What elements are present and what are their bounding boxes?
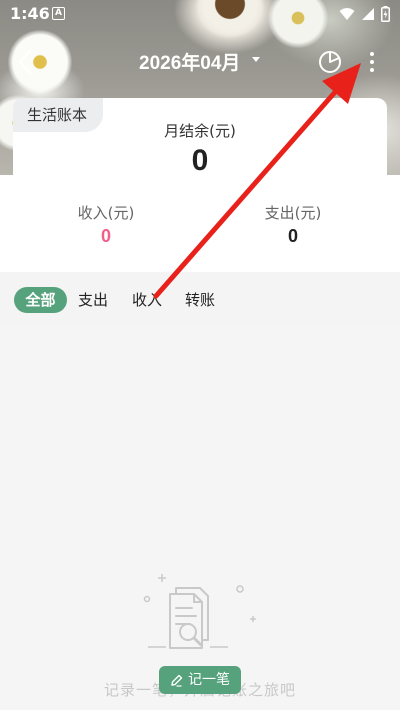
tab-expense[interactable]: 支出 (74, 287, 112, 313)
filter-tabs: 全部 支出 收入 转账 (0, 272, 400, 326)
tab-income[interactable]: 收入 (128, 287, 166, 313)
month-selector[interactable]: 2026年04月 (139, 48, 240, 75)
income-value: 0 (100, 226, 111, 246)
record-transaction-button[interactable]: 记一笔 (159, 666, 241, 694)
status-icons (339, 6, 390, 22)
more-vertical-icon (370, 60, 374, 64)
statistics-button[interactable] (318, 50, 342, 74)
wifi-icon (339, 8, 355, 20)
pencil-icon (171, 674, 183, 687)
status-time: 1:46 (10, 4, 50, 23)
dropdown-caret-icon[interactable] (252, 57, 260, 62)
battery-icon (381, 6, 390, 22)
tab-transfer[interactable]: 转账 (181, 287, 219, 313)
chevron-left-icon (18, 49, 32, 75)
monthly-summary-card: 生活账本 月结余(元) 0 收入(元) 0 支出(元) 0 (13, 98, 387, 272)
more-menu-button[interactable] (362, 48, 382, 76)
record-button-label: 记一笔 (188, 672, 230, 688)
tab-all[interactable]: 全部 (14, 287, 67, 313)
pie-chart-icon (319, 51, 341, 73)
balance-label: 月结余(元) (164, 122, 236, 140)
back-button[interactable] (10, 44, 40, 80)
expense-value: 0 (287, 226, 298, 246)
balance-value: 0 (191, 144, 209, 177)
signal-icon (362, 8, 374, 20)
top-nav: 2026年04月 (0, 40, 400, 86)
more-vertical-icon (370, 68, 374, 72)
document-search-icon (143, 574, 256, 649)
transaction-list: 记录一笔，开启记账之旅吧 记一笔 (0, 326, 400, 710)
more-vertical-icon (370, 52, 374, 56)
income-label: 收入(元) (77, 204, 135, 222)
expense-label: 支出(元) (264, 204, 322, 222)
status-bar: 1:46 A (0, 0, 400, 28)
notification-badge: A (52, 7, 65, 20)
